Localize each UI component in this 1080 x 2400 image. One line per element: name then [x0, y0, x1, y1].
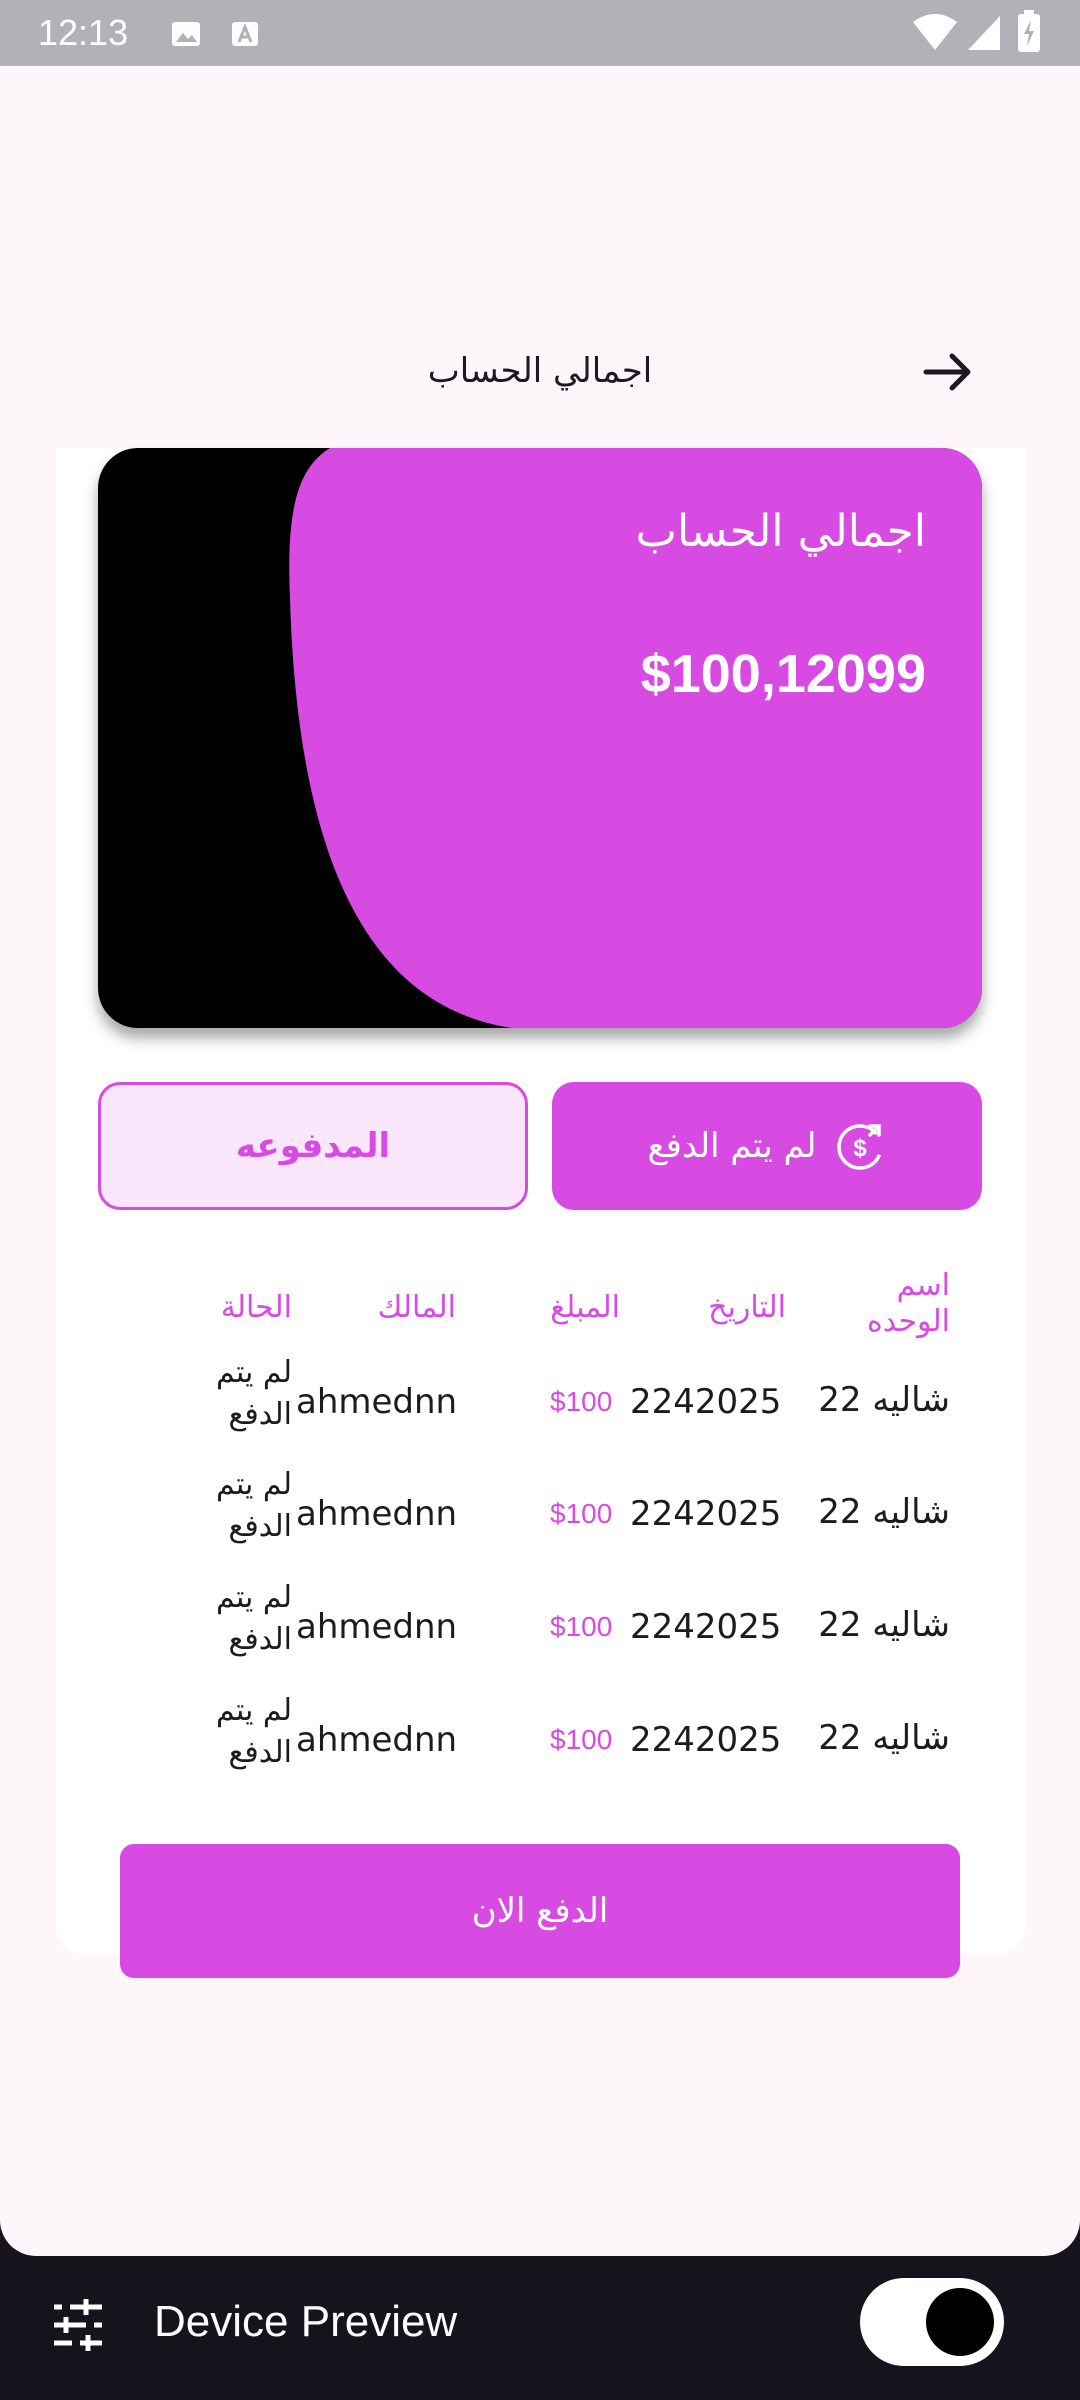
page-title: اجمالي الحساب: [427, 351, 653, 391]
header-date: التاريخ: [708, 1290, 786, 1325]
cell-date: 2242025: [630, 1382, 782, 1422]
device-preview-toggle[interactable]: [860, 2278, 1004, 2366]
account-summary-card: اجمالي الحساب $100,12099: [98, 448, 982, 1028]
cell-owner: ahmednn: [296, 1720, 458, 1760]
tab-unpaid-label: لم يتم الدفع: [647, 1126, 817, 1166]
card-title: اجمالي الحساب: [635, 506, 926, 557]
tab-paid-label: المدفوعه: [235, 1126, 391, 1166]
cell-status: لم يتم الدفع: [215, 1355, 292, 1432]
signal-icon: [968, 16, 1000, 50]
cell-owner: ahmednn: [296, 1382, 458, 1422]
cell-unit: شاليه 22: [818, 1492, 950, 1532]
svg-text:$: $: [854, 1135, 868, 1162]
dollar-arrow-icon: $: [837, 1124, 884, 1170]
cell-status: لم يتم الدفع: [215, 1580, 292, 1657]
battery-icon: [1018, 10, 1040, 52]
wifi-icon: [913, 14, 957, 50]
cell-amount: $100: [550, 1386, 613, 1417]
tune-icon[interactable]: [50, 2297, 106, 2353]
header-amount: المبلغ: [550, 1290, 620, 1325]
cell-owner: ahmednn: [296, 1607, 458, 1647]
header-status: الحالة: [220, 1290, 292, 1325]
cell-amount: $100: [550, 1611, 613, 1642]
status-bar: 12:13: [0, 0, 1080, 66]
total-amount: $100,12099: [640, 644, 926, 704]
header-unit: اسم الوحده: [867, 1268, 950, 1339]
cell-owner: ahmednn: [296, 1494, 458, 1534]
tab-paid[interactable]: المدفوعه: [98, 1082, 528, 1210]
cell-date: 2242025: [630, 1607, 782, 1647]
cell-unit: شاليه 22: [818, 1718, 950, 1758]
toggle-knob: [926, 2288, 994, 2356]
cell-unit: شاليه 22: [818, 1605, 950, 1645]
cell-date: 2242025: [630, 1720, 782, 1760]
image-icon: [172, 22, 200, 46]
device-preview-label: Device Preview: [154, 2297, 458, 2346]
header-owner: المالك: [377, 1290, 456, 1325]
pay-now-button[interactable]: الدفع الان: [120, 1844, 960, 1978]
cell-unit: شاليه 22: [818, 1380, 950, 1420]
cell-date: 2242025: [630, 1494, 782, 1534]
cell-amount: $100: [550, 1724, 613, 1755]
font-icon: [232, 22, 258, 46]
pay-now-label: الدفع الان: [471, 1891, 609, 1931]
cell-status: لم يتم الدفع: [215, 1693, 292, 1770]
arrow-right-icon[interactable]: [920, 344, 976, 400]
status-time: 12:13: [38, 12, 129, 53]
cell-amount: $100: [550, 1498, 613, 1529]
cell-status: لم يتم الدفع: [215, 1467, 292, 1544]
tab-unpaid[interactable]: $ لم يتم الدفع: [552, 1082, 982, 1210]
